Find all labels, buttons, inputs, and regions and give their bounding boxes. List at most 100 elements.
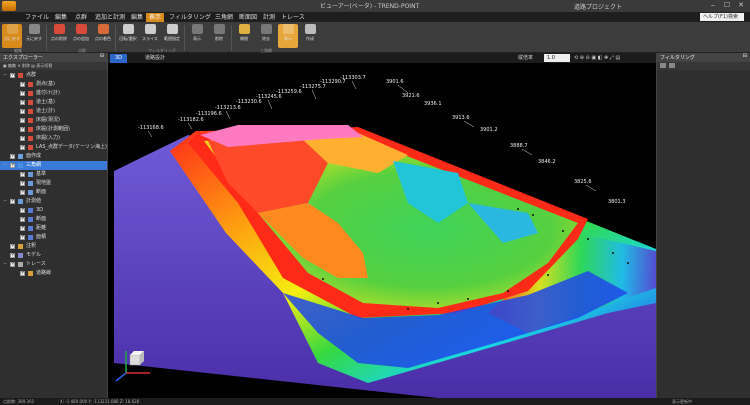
tree-node[interactable]: 面積 bbox=[0, 233, 107, 242]
expand-toggle-icon[interactable]: − bbox=[3, 197, 7, 206]
visibility-checkbox[interactable] bbox=[10, 260, 15, 269]
vertical-scale-label: 縦倍率 bbox=[518, 55, 534, 61]
tree-node[interactable]: 道土(基) bbox=[0, 98, 107, 107]
visibility-checkbox[interactable] bbox=[10, 197, 15, 206]
remove-button[interactable]: 削除 bbox=[209, 24, 229, 48]
show-tin-button[interactable]: 表示 bbox=[278, 24, 298, 48]
tree-node[interactable]: − トレース bbox=[0, 260, 107, 269]
tree-node[interactable]: 盛付け(計) bbox=[0, 89, 107, 98]
tab-edit[interactable]: 編集 bbox=[52, 13, 70, 22]
tree-node[interactable]: 断面 bbox=[0, 215, 107, 224]
clear-icon bbox=[260, 24, 272, 34]
pin-icon[interactable]: ⊟ bbox=[100, 53, 104, 59]
range-button[interactable]: 範囲指定 bbox=[162, 24, 182, 48]
status-point-count: 点群数: 389.361 bbox=[3, 399, 35, 404]
undo-button[interactable]: 元に戻す bbox=[24, 24, 44, 48]
tree-node[interactable]: − 点群 bbox=[0, 71, 107, 80]
visibility-checkbox[interactable] bbox=[20, 224, 25, 233]
tree-node-label: 床掘(入力) bbox=[36, 135, 60, 141]
tab-3d[interactable]: 3D bbox=[110, 54, 128, 63]
visibility-checkbox[interactable] bbox=[10, 71, 15, 80]
visibility-checkbox[interactable] bbox=[20, 233, 25, 242]
visibility-checkbox[interactable] bbox=[20, 206, 25, 215]
tree-node[interactable]: 床掘(現況) bbox=[0, 116, 107, 125]
tab-trace[interactable]: トレース bbox=[278, 13, 308, 22]
visibility-checkbox[interactable] bbox=[10, 242, 15, 251]
visibility-checkbox[interactable] bbox=[20, 215, 25, 224]
tree-node[interactable]: モデル bbox=[0, 251, 107, 260]
tree-node[interactable]: 床掘(入力) bbox=[0, 134, 107, 143]
slice-button[interactable]: スライス bbox=[140, 24, 160, 48]
visibility-checkbox[interactable] bbox=[20, 188, 25, 197]
tab-road-design[interactable]: 道路設計 bbox=[140, 54, 170, 63]
tree-node[interactable]: LAS_点群データ(ケーソン海上) bbox=[0, 143, 107, 152]
rotate-select-button[interactable]: 回転/選択 bbox=[118, 24, 138, 48]
interpolate-button[interactable]: 補間 bbox=[234, 24, 254, 48]
tree-node[interactable]: 測点(基) bbox=[0, 80, 107, 89]
project-name: 道路プロジェクト bbox=[574, 4, 623, 11]
tree-node[interactable]: 床掘(計測範囲) bbox=[0, 125, 107, 134]
visibility-checkbox[interactable] bbox=[20, 170, 25, 179]
expand-toggle-icon[interactable]: − bbox=[3, 260, 7, 269]
tree-node[interactable]: − 三角網 bbox=[0, 161, 107, 170]
tree-node[interactable]: 距離 bbox=[0, 224, 107, 233]
tree-node[interactable]: 現地盤 bbox=[0, 179, 107, 188]
visibility-checkbox[interactable] bbox=[10, 161, 15, 170]
tree-node[interactable]: 道路線 bbox=[0, 269, 107, 278]
tree-node[interactable]: 面作成 bbox=[0, 152, 107, 161]
add-points-icon bbox=[75, 24, 87, 34]
filter-tool-icon[interactable] bbox=[669, 63, 676, 68]
clear-button[interactable]: 除去 bbox=[256, 24, 276, 48]
delete-points-button[interactable]: 点の削除 bbox=[49, 24, 69, 48]
tab-measure[interactable]: 計測 bbox=[260, 13, 278, 22]
visibility-checkbox[interactable] bbox=[10, 251, 15, 260]
delete-points-icon bbox=[53, 24, 65, 34]
close-icon[interactable]: ✕ bbox=[734, 0, 748, 11]
visibility-checkbox[interactable] bbox=[20, 143, 25, 152]
visibility-checkbox[interactable] bbox=[10, 152, 15, 161]
tab-tin[interactable]: 三角網 bbox=[212, 13, 236, 22]
tab-filter[interactable]: フィルタリング bbox=[166, 13, 214, 22]
expand-toggle-icon[interactable]: − bbox=[3, 161, 7, 170]
tab-view[interactable]: 表示 bbox=[146, 13, 165, 22]
tree-node[interactable]: 断面 bbox=[0, 188, 107, 197]
display-button[interactable]: 表示 bbox=[187, 24, 207, 48]
tab-points[interactable]: 点群 bbox=[72, 13, 90, 22]
3d-viewport[interactable]: -113168.6 -113182.6 -113196.6 -113213.6 … bbox=[108, 63, 656, 398]
tree-node[interactable]: 注釈 bbox=[0, 242, 107, 251]
tree-node[interactable]: − 計測値 bbox=[0, 197, 107, 206]
visibility-checkbox[interactable] bbox=[20, 107, 25, 116]
filter-tool-icon[interactable] bbox=[660, 63, 666, 68]
view-toolbar[interactable]: ⟲ ⊕ ⊖ ▣ ◧ ✥ ⤢ ▤ bbox=[574, 54, 620, 62]
visibility-checkbox[interactable] bbox=[20, 125, 25, 134]
visibility-checkbox[interactable] bbox=[20, 80, 25, 89]
tab-section[interactable]: 断面図 bbox=[236, 13, 260, 22]
revert-icon bbox=[6, 24, 18, 34]
maximize-icon[interactable]: ☐ bbox=[720, 0, 734, 11]
color-points-button[interactable]: 点の着色 bbox=[93, 24, 113, 48]
create-button[interactable]: 作成 bbox=[300, 24, 320, 48]
tree-node[interactable]: 基準 bbox=[0, 170, 107, 179]
pin-icon[interactable]: ⊟ bbox=[743, 53, 747, 59]
tree-node[interactable]: 道土(計) bbox=[0, 107, 107, 116]
app-logo[interactable] bbox=[2, 1, 16, 11]
add-points-button[interactable]: 点の追加 bbox=[71, 24, 91, 48]
explorer-toolbar[interactable]: ▣ 編集 ✕ 削除 ▤ 表示切替 bbox=[0, 62, 107, 70]
visibility-checkbox[interactable] bbox=[20, 89, 25, 98]
minimize-icon[interactable]: ‒ bbox=[706, 0, 720, 11]
visibility-checkbox[interactable] bbox=[20, 179, 25, 188]
visibility-checkbox[interactable] bbox=[20, 98, 25, 107]
expand-toggle-icon[interactable]: − bbox=[3, 71, 7, 80]
tab-add[interactable]: 追加と計測 bbox=[92, 13, 128, 22]
tab-edit2[interactable]: 編集 bbox=[128, 13, 146, 22]
tree-node[interactable]: 3D bbox=[0, 206, 107, 215]
visibility-checkbox[interactable] bbox=[20, 134, 25, 143]
vertical-scale-input[interactable]: 1.0 bbox=[544, 54, 570, 62]
layer-icon bbox=[28, 136, 33, 141]
tab-file[interactable]: ファイル bbox=[22, 13, 52, 22]
tree-node-label: 点群 bbox=[26, 72, 37, 78]
visibility-checkbox[interactable] bbox=[20, 269, 25, 278]
revert-button[interactable]: 点に戻す bbox=[2, 24, 22, 48]
help-search-input[interactable]: ヘルプ(F1)検索 bbox=[700, 13, 744, 21]
visibility-checkbox[interactable] bbox=[20, 116, 25, 125]
